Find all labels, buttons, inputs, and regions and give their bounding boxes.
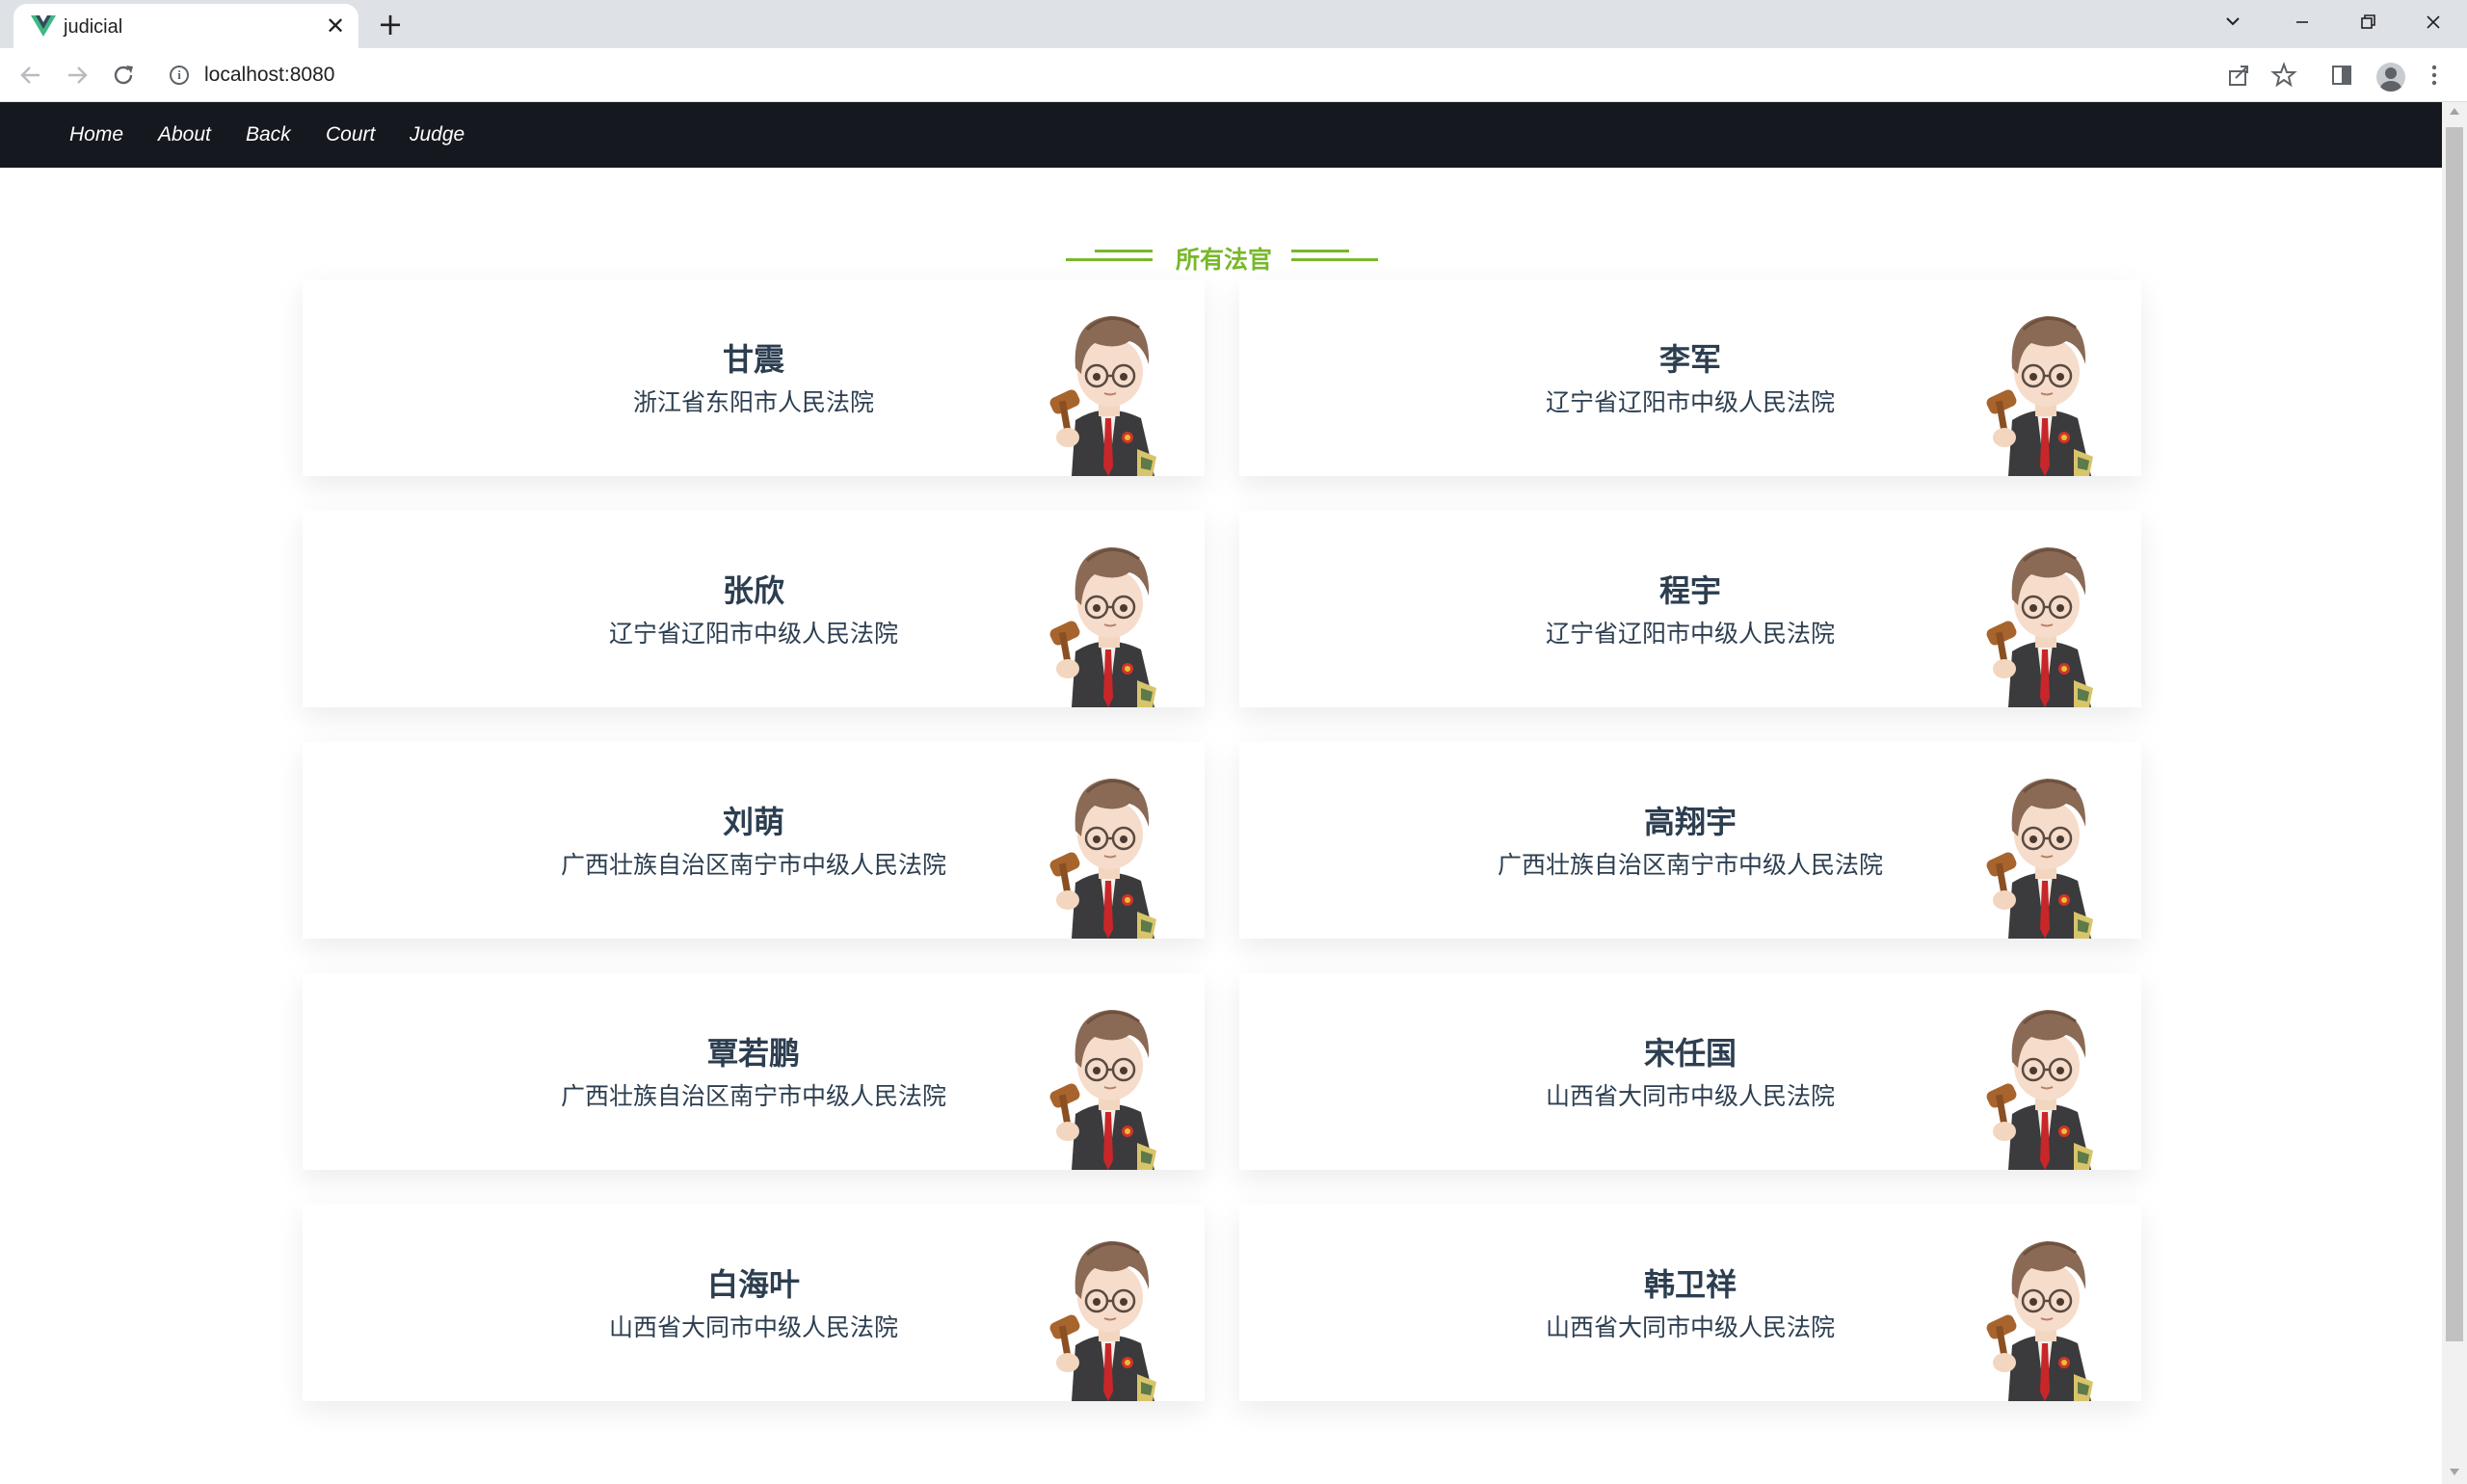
judge-card[interactable]: 程宇 辽宁省辽阳市中级人民法院 [1239, 511, 2141, 707]
side-panel-icon[interactable] [2328, 62, 2355, 89]
judge-cartoon-icon [1047, 1008, 1158, 1170]
arrow-left-icon[interactable] [13, 58, 48, 93]
reload-icon[interactable] [106, 58, 141, 93]
new-tab-button[interactable]: + [374, 8, 407, 40]
url-text[interactable]: localhost:8080 [204, 64, 334, 87]
restore-icon[interactable] [2344, 6, 2392, 39]
nav-link-back[interactable]: Back [246, 123, 291, 146]
browser-toolbar: i localhost:8080 [0, 48, 2467, 102]
close-tab-icon[interactable]: ✕ [322, 13, 349, 40]
nav-link-court[interactable]: Court [326, 123, 375, 146]
judge-card[interactable]: 覃若鹏 广西壮族自治区南宁市中级人民法院 [303, 973, 1205, 1170]
judge-cartoon-icon [1983, 1239, 2095, 1401]
page-scrollbar[interactable] [2442, 102, 2467, 1484]
scroll-down-arrow-icon[interactable] [2450, 1469, 2459, 1475]
judge-cartoon-icon [1047, 314, 1158, 476]
scroll-up-arrow-icon[interactable] [2450, 108, 2459, 115]
arrow-right-icon[interactable] [60, 58, 94, 93]
judge-cartoon-icon [1983, 314, 2095, 476]
close-window-icon[interactable] [2409, 6, 2457, 39]
info-icon[interactable]: i [170, 66, 189, 85]
section-heading: 所有法官 [1060, 237, 1388, 274]
tab-title: judicial [64, 16, 123, 38]
star-icon[interactable] [2270, 62, 2297, 89]
judge-cartoon-icon [1983, 1008, 2095, 1170]
tab-search-chevron-icon[interactable] [2209, 6, 2257, 39]
judge-cartoon-icon [1047, 1239, 1158, 1401]
judge-cartoon-icon [1047, 545, 1158, 707]
judge-cartoon-icon [1047, 777, 1158, 939]
judge-card[interactable]: 甘震 浙江省东阳市人民法院 [303, 279, 1205, 476]
judge-card[interactable]: 宋任国 山西省大同市中级人民法院 [1239, 973, 2141, 1170]
browser-tab-strip: judicial ✕ + [0, 0, 2467, 48]
site-navbar: Home About Back Court Judge [0, 102, 2442, 168]
judge-card[interactable]: 刘萌 广西壮族自治区南宁市中级人民法院 [303, 742, 1205, 939]
minimize-icon[interactable] [2278, 6, 2326, 39]
address-bar[interactable]: i localhost:8080 [156, 54, 2218, 96]
browser-tab[interactable]: judicial ✕ [13, 4, 358, 48]
judge-card[interactable]: 白海叶 山西省大同市中级人民法院 [303, 1205, 1205, 1401]
nav-link-judge[interactable]: Judge [410, 123, 464, 146]
vue-logo-icon [31, 15, 56, 37]
judge-card[interactable]: 高翔宇 广西壮族自治区南宁市中级人民法院 [1239, 742, 2141, 939]
nav-link-about[interactable]: About [158, 123, 211, 146]
share-icon[interactable] [2225, 62, 2252, 89]
nav-link-home[interactable]: Home [69, 123, 123, 146]
heading-deco-line [1291, 250, 1349, 252]
judge-card[interactable]: 李军 辽宁省辽阳市中级人民法院 [1239, 279, 2141, 476]
scrollbar-thumb[interactable] [2446, 127, 2463, 1341]
page-viewport: Home About Back Court Judge 所有法官 甘震 浙江省东… [0, 102, 2467, 1484]
kebab-menu-icon[interactable] [2421, 62, 2448, 89]
judge-cartoon-icon [1983, 545, 2095, 707]
judge-cartoon-icon [1983, 777, 2095, 939]
judge-card[interactable]: 韩卫祥 山西省大同市中级人民法院 [1239, 1205, 2141, 1401]
profile-icon[interactable] [2376, 63, 2405, 92]
heading-deco-line [1291, 258, 1378, 261]
judge-card[interactable]: 张欣 辽宁省辽阳市中级人民法院 [303, 511, 1205, 707]
